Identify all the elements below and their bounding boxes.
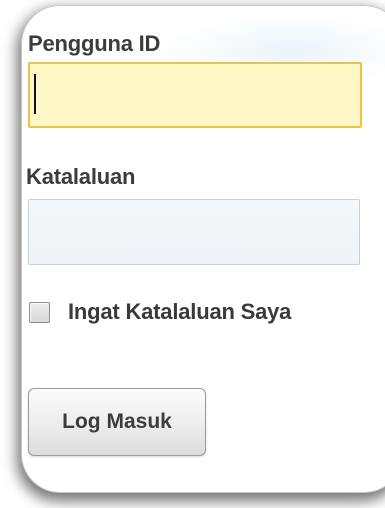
remember-me-checkbox[interactable] [29,302,50,323]
remember-me-label[interactable]: Ingat Katalaluan Saya [68,299,291,325]
text-caret [34,74,36,114]
password-input[interactable] [28,199,360,265]
login-button[interactable]: Log Masuk [28,388,206,456]
screenshot-canvas: Pengguna ID Katalaluan Ingat Katalaluan … [0,0,385,508]
user-id-input[interactable] [28,62,362,128]
password-label: Katalaluan [26,164,136,189]
user-id-label: Pengguna ID [28,31,161,56]
